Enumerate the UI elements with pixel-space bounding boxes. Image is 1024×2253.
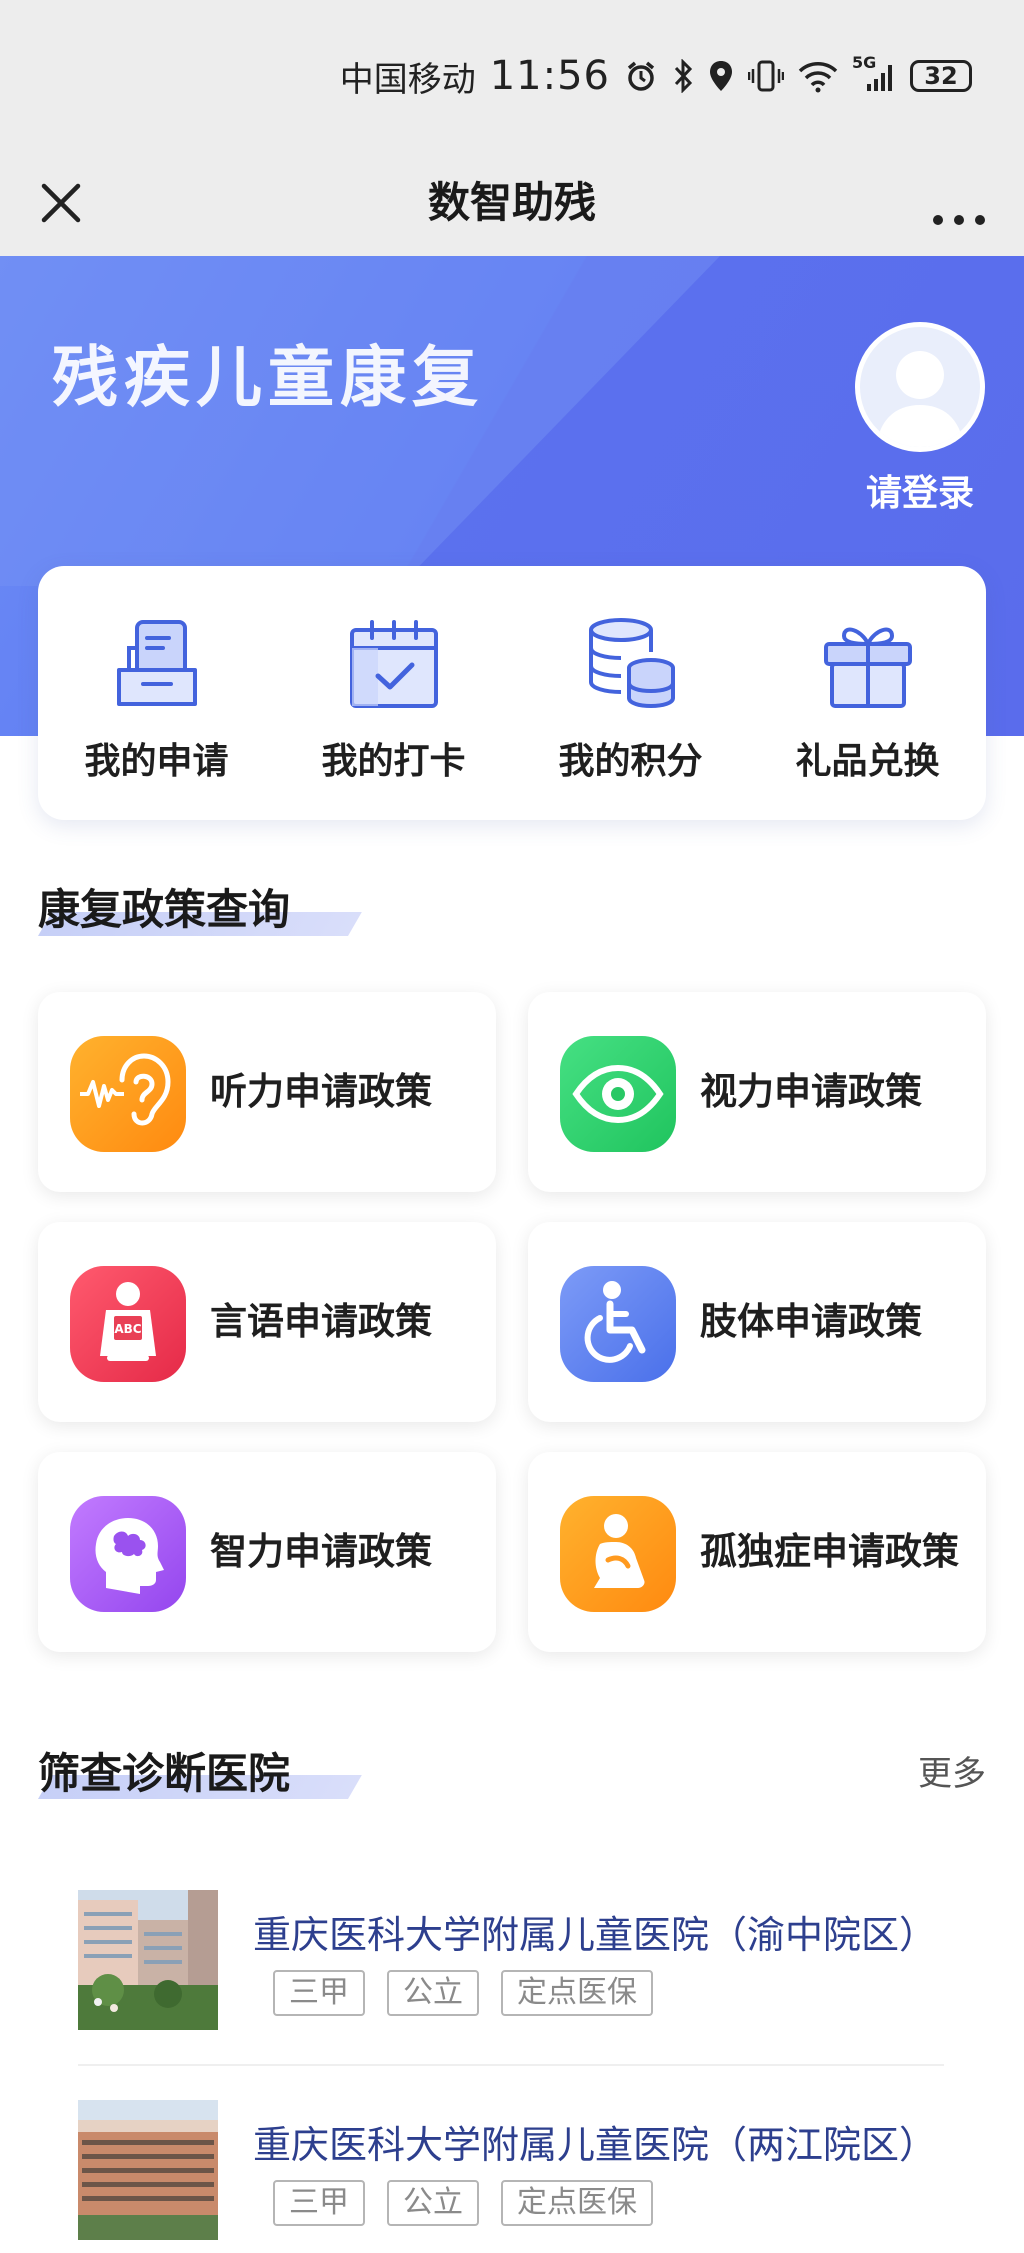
vibrate-icon [748,59,784,93]
quick-action-label: 我的打卡 [321,741,466,782]
navigation-bar: 数智助残 [0,150,1024,256]
user-avatar-icon [876,351,964,447]
hospital-tags: 三甲 公立 定点医保 [273,2180,653,2226]
more-link[interactable]: 更多 [918,1746,986,1795]
location-icon [708,59,734,93]
quick-action-my-points[interactable]: 我的积分 [512,566,749,820]
tag-insurance: 定点医保 [501,1970,653,2016]
coins-stack-icon [588,618,675,709]
divider [78,2064,944,2066]
login-link[interactable]: 请登录 [830,464,1010,516]
policy-label: 孤独症申请政策 [700,1530,959,1573]
policy-label: 视力申请政策 [700,1070,922,1113]
carrier-name: 中国移动 [339,59,476,100]
tag-insurance: 定点医保 [501,2180,653,2226]
hero-title: 残疾儿童康复 [52,339,484,416]
section-title-policy: 康复政策查询 [38,885,291,934]
policy-card-speech[interactable]: ABC 言语申请政策 [38,1222,496,1422]
eye-icon [560,1036,676,1152]
avatar[interactable] [855,322,985,452]
hospital-tags: 三甲 公立 定点医保 [273,1970,653,2016]
battery-indicator: 32 [910,60,972,92]
policy-card-limb[interactable]: 肢体申请政策 [528,1222,986,1422]
page-title: 数智助残 [427,178,596,227]
application-form-icon [116,620,197,706]
hospital-item[interactable]: 重庆医科大学附属儿童医院（两江院区） 三甲 公立 定点医保 [78,2100,948,2240]
quick-action-label: 礼品兑换 [795,741,940,782]
status-bar: 中国移动 11:56 5G 32 [0,0,1024,150]
calendar-check-icon [349,620,438,708]
hospital-photo [78,1890,218,2030]
signal-5g-icon: 5G [852,53,896,93]
quick-action-gift-exchange[interactable]: 礼品兑换 [749,566,986,820]
bluetooth-icon [672,59,694,93]
gift-box-icon [823,627,912,708]
reading-child-icon: ABC [70,1266,186,1382]
wheelchair-icon [560,1266,676,1382]
section-title-hospitals: 筛查诊断医院 [38,1749,291,1798]
policy-card-hearing[interactable]: 听力申请政策 [38,992,496,1192]
policy-card-vision[interactable]: 视力申请政策 [528,992,986,1192]
policy-label: 听力申请政策 [210,1070,432,1113]
more-options-icon[interactable] [924,178,994,228]
policy-label: 肢体申请政策 [700,1300,922,1343]
policy-label: 智力申请政策 [210,1530,432,1573]
alarm-icon [624,59,658,93]
tag-grade: 三甲 [273,1970,365,2016]
quick-actions-card: 我的申请 我的打卡 我的积分 礼品兑换 [38,566,986,820]
tag-grade: 三甲 [273,2180,365,2226]
quick-action-my-checkin[interactable]: 我的打卡 [275,566,512,820]
hospital-item[interactable]: 重庆医科大学附属儿童医院（渝中院区） 三甲 公立 定点医保 [78,1890,948,2030]
ear-icon [70,1036,186,1152]
quick-action-my-application[interactable]: 我的申请 [38,566,275,820]
brain-head-icon [70,1496,186,1612]
policy-card-intellectual[interactable]: 智力申请政策 [38,1452,496,1652]
sitting-child-icon [560,1496,676,1612]
status-indicators: 中国移动 11:56 5G 32 [340,46,972,106]
clock: 11:56 [489,53,610,99]
wifi-icon [798,59,838,93]
policy-label: 言语申请政策 [210,1300,432,1343]
hospital-name: 重庆医科大学附属儿童医院（渝中院区） [253,1913,938,1957]
policy-card-autism[interactable]: 孤独症申请政策 [528,1452,986,1652]
quick-action-label: 我的申请 [84,741,229,782]
quick-action-label: 我的积分 [558,741,703,782]
hospital-photo [78,2100,218,2240]
hospital-name: 重庆医科大学附属儿童医院（两江院区） [253,2123,938,2167]
tag-ownership: 公立 [387,2180,479,2226]
network-type: 5G [852,53,877,72]
svg-text:ABC: ABC [114,1322,141,1336]
tag-ownership: 公立 [387,1970,479,2016]
